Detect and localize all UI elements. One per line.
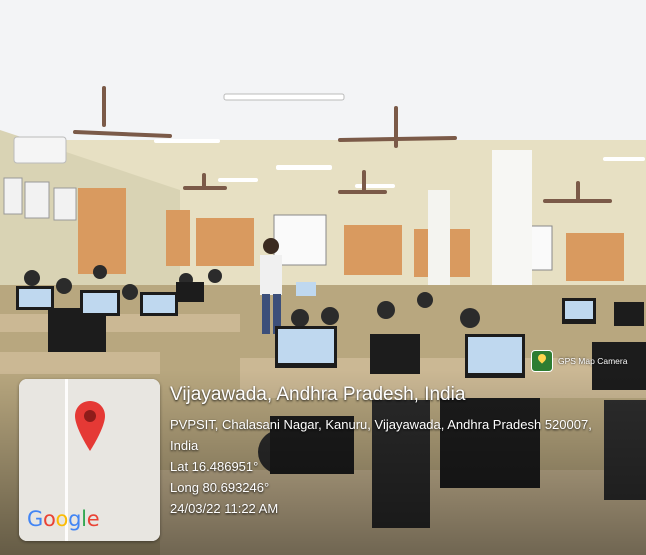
latitude-text: Lat 16.486951° xyxy=(170,459,259,474)
longitude-text: Long 80.693246° xyxy=(170,480,270,495)
gps-map-camera-watermark: GPS Map Camera xyxy=(531,348,644,374)
google-logo: Google xyxy=(27,507,100,531)
gps-map-camera-icon xyxy=(531,350,553,372)
map-pin-icon xyxy=(75,401,105,451)
map-thumbnail: Google xyxy=(19,379,160,541)
address-line-1: PVPSIT, Chalasani Nagar, Kanuru, Vijayaw… xyxy=(170,417,592,432)
watermark-label: GPS Map Camera xyxy=(558,356,628,366)
address-line-2: India xyxy=(170,438,199,453)
timestamp-text: 24/03/22 11:22 AM xyxy=(170,501,279,516)
location-caption: Vijayawada, Andhra Pradesh, India PVPSIT… xyxy=(170,383,640,543)
location-title: Vijayawada, Andhra Pradesh, India xyxy=(170,384,466,405)
photo-frame: GPS Map Camera Google Vijayawada, Andhra… xyxy=(0,0,646,555)
